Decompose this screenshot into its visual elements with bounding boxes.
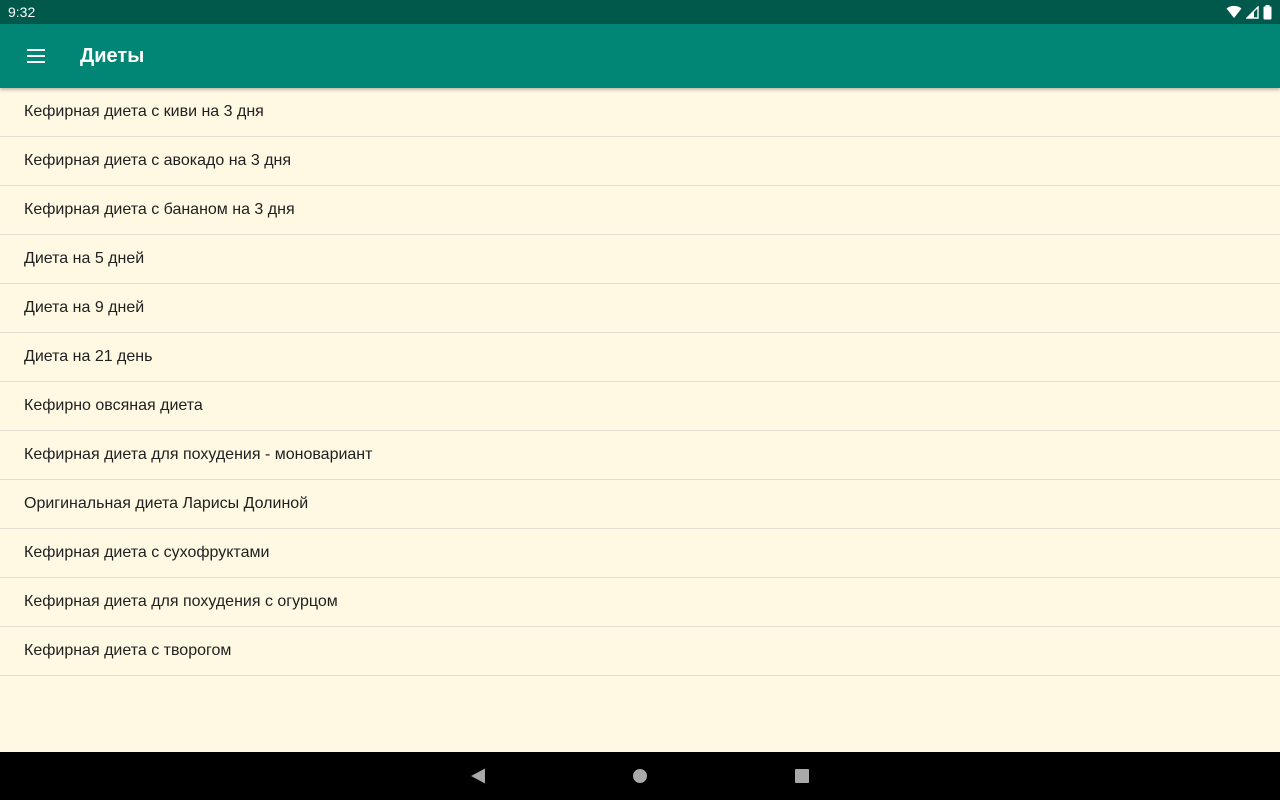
list-item[interactable]: Кефирная диета с творогом (0, 627, 1280, 676)
status-icons (1226, 0, 1272, 24)
list-item[interactable]: Кефирная диета с авокадо на 3 дня (0, 137, 1280, 186)
list-item[interactable]: Диета на 9 дней (0, 284, 1280, 333)
wifi-icon (1226, 5, 1242, 18)
home-icon (633, 769, 647, 783)
app-title: Диеты (80, 44, 145, 67)
list-item[interactable]: Кефирная диета с киви на 3 дня (0, 88, 1280, 137)
list-item[interactable]: Оригинальная диета Ларисы Долиной (0, 480, 1280, 529)
list-item-label: Кефирная диета с авокадо на 3 дня (24, 152, 292, 169)
back-icon (471, 768, 485, 784)
list-item-label: Диета на 9 дней (24, 299, 145, 316)
battery-icon (1263, 4, 1272, 19)
list-item-label: Кефирная диета для похудения - моновариа… (24, 446, 373, 463)
hamburger-menu-icon (27, 49, 45, 63)
recents-button[interactable] (721, 752, 883, 800)
recents-icon (795, 769, 809, 783)
home-button[interactable] (559, 752, 721, 800)
navigation-bar (0, 752, 1280, 800)
list-item[interactable]: Кефирная диета для похудения - моновариа… (0, 431, 1280, 480)
list-item[interactable]: Кефирная диета для похудения с огурцом (0, 578, 1280, 627)
list-item-label: Кефирная диета с творогом (24, 642, 232, 659)
list-item[interactable]: Кефирная диета с сухофруктами (0, 529, 1280, 578)
list-item-label: Кефирная диета с киви на 3 дня (24, 103, 264, 120)
diet-list: Кефирная диета с киви на 3 дня Кефирная … (0, 88, 1280, 752)
menu-button[interactable] (0, 24, 72, 88)
list-item-label: Кефирная диета для похудения с огурцом (24, 593, 338, 610)
app-bar: Диеты (0, 24, 1280, 88)
cell-signal-icon (1246, 5, 1259, 19)
back-button[interactable] (397, 752, 559, 800)
list-item-label: Кефирная диета с сухофруктами (24, 544, 270, 561)
list-item-label: Кефирно овсяная диета (24, 397, 203, 414)
list-item[interactable]: Кефирная диета с бананом на 3 дня (0, 186, 1280, 235)
list-item-label: Кефирная диета с бананом на 3 дня (24, 201, 295, 218)
list-item[interactable]: Диета на 5 дней (0, 235, 1280, 284)
list-item[interactable]: Диета на 21 день (0, 333, 1280, 382)
list-item[interactable]: Кефирно овсяная диета (0, 382, 1280, 431)
list-item-label: Диета на 5 дней (24, 250, 145, 267)
status-bar: 9:32 (0, 0, 1280, 24)
list-item-label: Диета на 21 день (24, 348, 153, 365)
status-time: 9:32 (8, 4, 36, 20)
list-item-label: Оригинальная диета Ларисы Долиной (24, 495, 309, 512)
